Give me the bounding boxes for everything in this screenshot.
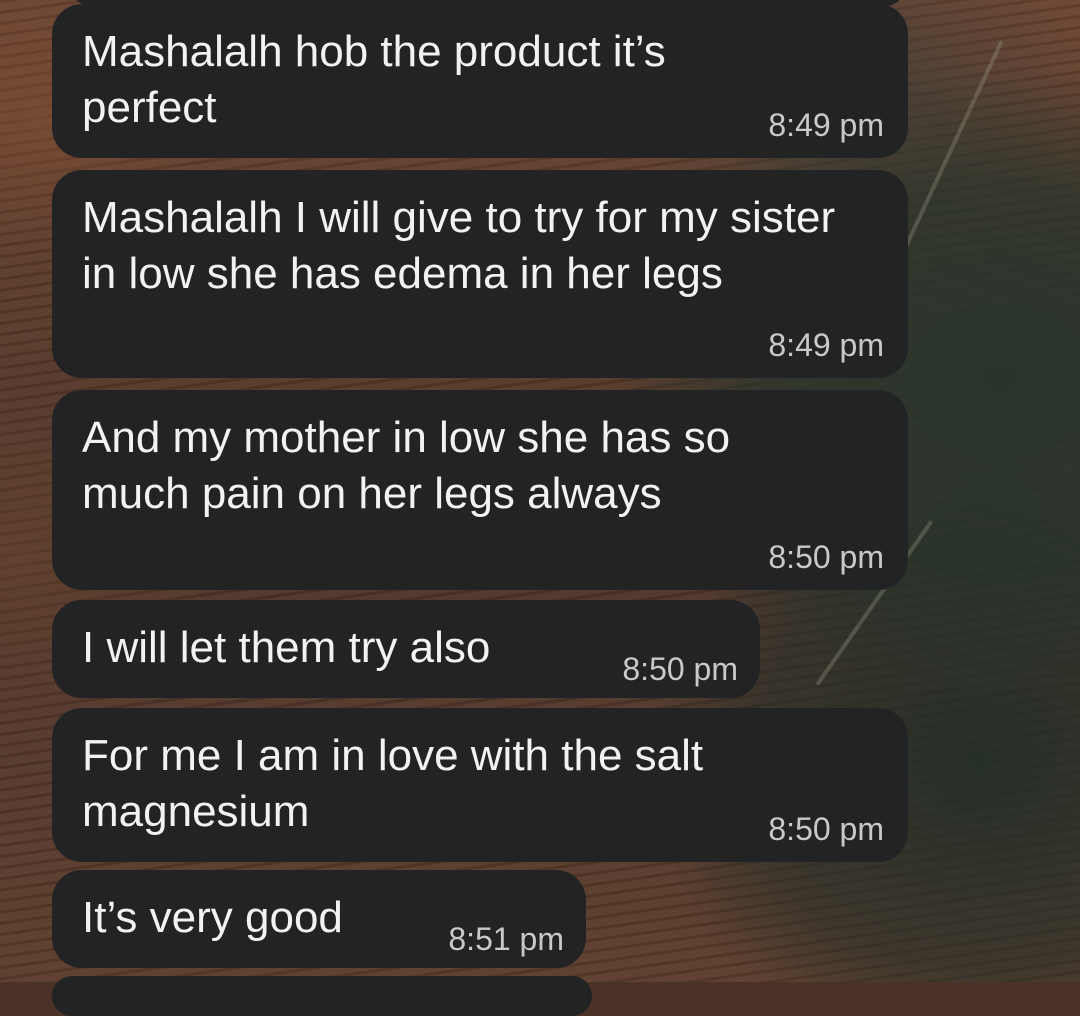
message-timestamp: 8:50 pm — [622, 651, 738, 687]
message-text: For me I am in love with the salt magnes… — [82, 731, 704, 836]
message-text: I will let them try also — [82, 623, 491, 672]
message-text: It’s very good — [82, 893, 343, 942]
message-bubble[interactable]: It’s very good 8:51 pm — [52, 870, 586, 968]
message-bubble[interactable]: I will let them try also 8:50 pm — [52, 600, 760, 698]
message-timestamp: 8:50 pm — [768, 811, 884, 847]
message-bubble-partial[interactable] — [52, 976, 592, 1016]
message-bubble[interactable]: And my mother in low she has so much pai… — [52, 390, 908, 590]
message-bubble[interactable]: Mashalalh hob the product it’s perfect 8… — [52, 4, 908, 158]
message-bubble[interactable]: For me I am in love with the salt magnes… — [52, 708, 908, 862]
message-text: Mashalalh I will give to try for my sist… — [82, 193, 836, 298]
message-timestamp: 8:51 pm — [448, 921, 564, 957]
message-text: Mashalalh hob the product it’s perfect — [82, 27, 666, 132]
message-timestamp: 8:49 pm — [768, 327, 884, 363]
message-bubble[interactable]: Mashalalh I will give to try for my sist… — [52, 170, 908, 378]
message-timestamp: 8:49 pm — [768, 107, 884, 143]
message-text: And my mother in low she has so much pai… — [82, 413, 731, 518]
message-timestamp: 8:50 pm — [768, 539, 884, 575]
